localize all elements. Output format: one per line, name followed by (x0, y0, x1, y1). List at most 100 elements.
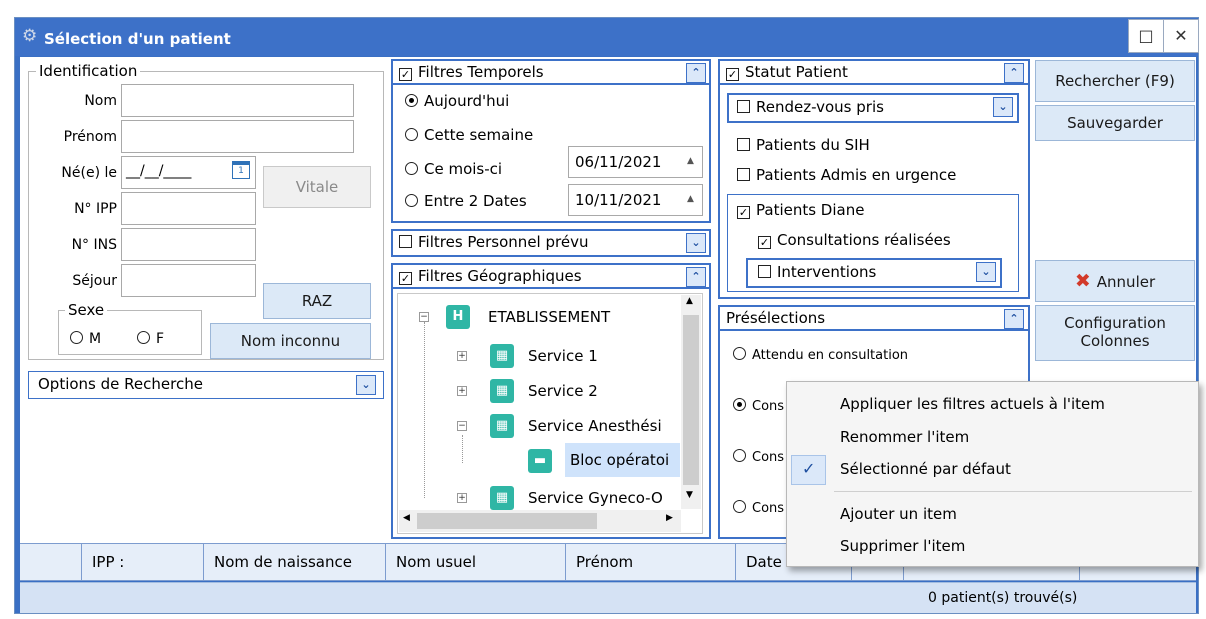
consultations-checkbox[interactable]: ✓ Consultations réalisées (758, 231, 951, 249)
checkbox-unchecked[interactable] (737, 138, 750, 151)
scroll-right-icon[interactable]: ▶ (666, 513, 673, 523)
radio-ce-mois-ci-label: Ce mois-ci (424, 160, 503, 178)
preselection-item[interactable]: Cons (733, 449, 784, 465)
sih-checkbox[interactable]: Patients du SIH (737, 136, 870, 154)
preselection-item[interactable]: Cons (733, 398, 784, 414)
chevron-up-icon[interactable]: ⌃ (1004, 309, 1024, 329)
checkbox-unchecked[interactable] (737, 168, 750, 181)
checkbox-checked[interactable]: ✓ (737, 206, 750, 219)
menu-item-renommer[interactable]: Renommer l'item (840, 428, 969, 446)
radio-off[interactable] (405, 162, 418, 175)
diane-checkbox[interactable]: ✓ Patients Diane (737, 201, 864, 219)
radio-cette-semaine[interactable]: Cette semaine (405, 126, 533, 144)
tree-expand-icon[interactable]: + (457, 351, 467, 361)
nom-input[interactable] (121, 84, 354, 117)
chevron-down-icon[interactable]: ⌄ (356, 375, 376, 395)
ipp-input[interactable] (121, 192, 256, 225)
checkbox-unchecked[interactable] (399, 235, 412, 248)
radio-ce-mois-ci[interactable]: Ce mois-ci (405, 160, 502, 178)
statut-patient-title[interactable]: ✓ Statut Patient (726, 63, 848, 81)
chevron-up-icon[interactable]: ⌃ (1004, 63, 1024, 83)
tree-node-etablissement[interactable]: ETABLISSEMENT (488, 306, 610, 328)
annuler-button[interactable]: ✖ Annuler (1035, 260, 1195, 302)
radio-f[interactable] (137, 331, 150, 344)
spin-up-icon[interactable]: ▲ (687, 156, 694, 166)
urgence-checkbox[interactable]: Patients Admis en urgence (737, 166, 956, 184)
maximize-button[interactable]: □ (1128, 19, 1164, 53)
checkbox-checked[interactable]: ✓ (758, 236, 771, 249)
tree-node-bloc-operatoire[interactable]: Bloc opératoi (570, 449, 669, 471)
menu-separator (834, 491, 1192, 492)
preselection-item[interactable]: Attendu en consultation (733, 347, 908, 363)
grid-col-nom-naissance[interactable]: Nom de naissance (204, 543, 386, 581)
scroll-down-icon[interactable]: ▼ (686, 490, 693, 500)
checkbox-checked[interactable]: ✓ (726, 68, 739, 81)
rechercher-button[interactable]: Rechercher (F9) (1035, 60, 1195, 102)
sexe-f-radio[interactable]: F (137, 331, 164, 347)
sejour-input[interactable] (121, 264, 256, 297)
cancel-icon: ✖ (1074, 270, 1091, 292)
scroll-left-icon[interactable]: ◀ (403, 513, 410, 523)
radio-m[interactable] (70, 331, 83, 344)
tree-expand-icon[interactable]: + (457, 386, 467, 396)
preselection-label: Cons (752, 450, 785, 465)
chevron-up-icon[interactable]: ⌃ (686, 63, 706, 83)
sexe-m-radio[interactable]: M (70, 331, 101, 347)
preselection-label: Cons (752, 399, 785, 414)
checkbox-checked[interactable]: ✓ (399, 272, 412, 285)
grid-col-select[interactable] (20, 543, 82, 581)
filtres-geo-title[interactable]: ✓ Filtres Géographiques (399, 267, 582, 285)
menu-item-appliquer-filtres[interactable]: Appliquer les filtres actuels à l'item (840, 395, 1105, 413)
checkbox-unchecked[interactable] (737, 100, 750, 113)
date-fin-input[interactable]: 10/11/2021 (568, 184, 703, 216)
close-button[interactable]: ✕ (1163, 19, 1199, 53)
tree-scroll-thumb[interactable] (683, 315, 699, 485)
chevron-down-icon[interactable]: ⌄ (686, 233, 706, 253)
filtres-temporels-title[interactable]: ✓ Filtres Temporels (399, 63, 544, 81)
prenom-input[interactable] (121, 120, 354, 153)
date-debut-input[interactable]: 06/11/2021 (568, 146, 703, 178)
rdv-checkbox[interactable]: Rendez-vous pris (737, 98, 884, 116)
interventions-checkbox[interactable]: Interventions (758, 263, 876, 281)
menu-item-selectionne-par-defaut[interactable]: Sélectionné par défaut (840, 460, 1011, 478)
tree-node-service-2[interactable]: Service 2 (528, 380, 598, 402)
chevron-down-icon[interactable]: ⌄ (993, 97, 1013, 117)
menu-item-ajouter[interactable]: Ajouter un item (840, 505, 957, 523)
chevron-up-icon[interactable]: ⌃ (686, 267, 706, 287)
raz-button[interactable]: RAZ (263, 283, 371, 319)
radio-off[interactable] (405, 128, 418, 141)
menu-item-supprimer[interactable]: Supprimer l'item (840, 537, 965, 555)
grid-col-nom-usuel[interactable]: Nom usuel (386, 543, 566, 581)
tree-node-service-anesthesie[interactable]: Service Anesthési (528, 415, 662, 437)
vitale-button[interactable]: Vitale (263, 166, 371, 208)
radio-off[interactable] (733, 347, 746, 360)
calendar-icon[interactable]: 1 (232, 161, 250, 179)
chevron-down-icon[interactable]: ⌄ (976, 262, 996, 282)
radio-off[interactable] (733, 500, 746, 513)
radio-off[interactable] (405, 194, 418, 207)
preselection-item[interactable]: Cons (733, 500, 784, 516)
radio-off[interactable] (733, 449, 746, 462)
checkbox-unchecked[interactable] (758, 265, 771, 278)
checkbox-checked[interactable]: ✓ (399, 68, 412, 81)
config-colonnes-button[interactable]: Configuration Colonnes (1035, 305, 1195, 361)
radio-aujourdhui[interactable]: Aujourd'hui (405, 92, 509, 110)
tree-expand-icon[interactable]: + (457, 493, 467, 503)
radio-on[interactable] (405, 94, 418, 107)
tree-node-service-gyneco[interactable]: Service Gyneco-O (528, 487, 663, 509)
sih-label: Patients du SIH (756, 136, 870, 154)
tree-collapse-icon[interactable]: − (457, 421, 467, 431)
radio-on[interactable] (733, 398, 746, 411)
nom-inconnu-button[interactable]: Nom inconnu (210, 323, 371, 359)
grid-col-prenom[interactable]: Prénom (566, 543, 736, 581)
grid-col-ipp[interactable]: IPP : (82, 543, 204, 581)
tree-hscroll-thumb[interactable] (417, 513, 597, 529)
spin-up-icon[interactable]: ▲ (687, 194, 694, 204)
ins-input[interactable] (121, 228, 256, 261)
tree-node-service-1[interactable]: Service 1 (528, 345, 598, 367)
radio-entre-2-dates[interactable]: Entre 2 Dates (405, 192, 527, 210)
tree-collapse-icon[interactable]: − (419, 312, 429, 322)
scroll-up-icon[interactable]: ▲ (686, 296, 693, 306)
filtres-personnel-title[interactable]: Filtres Personnel prévu (399, 233, 588, 251)
sauvegarder-button[interactable]: Sauvegarder (1035, 105, 1195, 141)
